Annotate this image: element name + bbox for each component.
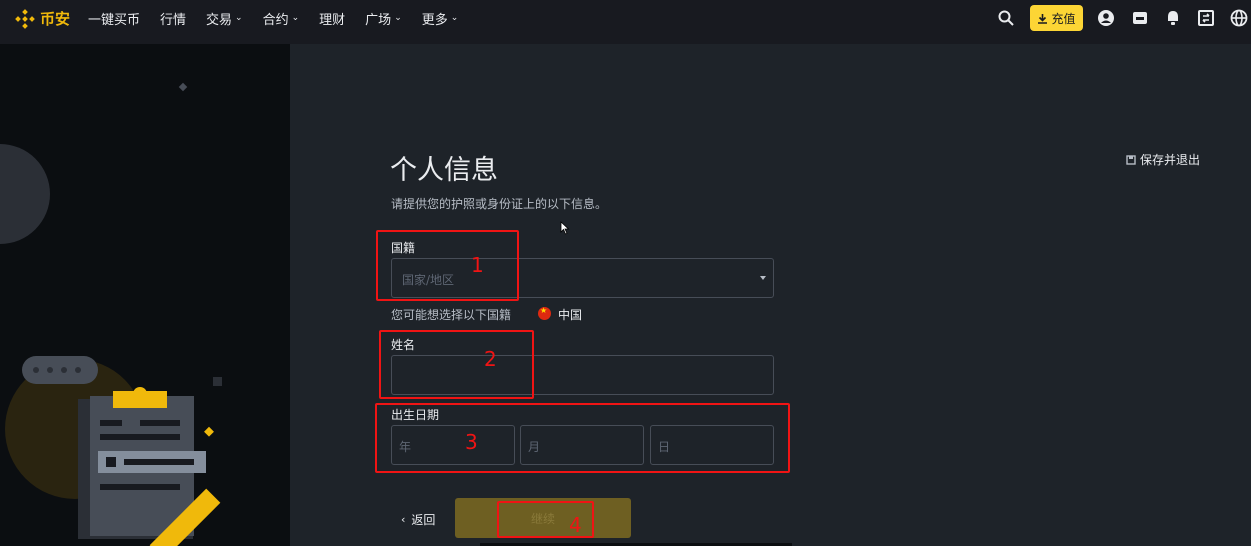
nav-item-markets[interactable]: 行情: [160, 9, 186, 28]
deposit-label: 充值: [1051, 11, 1076, 26]
mouse-cursor-icon: [560, 221, 570, 235]
star-icon: ★: [540, 306, 548, 315]
clipboard-illustration: [0, 82, 222, 546]
binance-logo-icon: [15, 8, 35, 29]
deposit-button[interactable]: 充值: [1030, 5, 1083, 31]
nav-label: 理财: [319, 12, 346, 28]
nav-item-square[interactable]: 广场 ⌄: [365, 9, 402, 28]
annotation-box-3: [375, 403, 790, 473]
brand-name: 币安: [40, 10, 71, 28]
chevron-down-icon: ⌄: [450, 13, 459, 23]
nav-item-more[interactable]: 更多 ⌄: [422, 9, 459, 28]
save-and-exit-button[interactable]: 保存并退出: [1126, 151, 1200, 168]
annotation-number-2: 2: [484, 347, 497, 371]
nav-item-earn[interactable]: 理财: [319, 9, 345, 28]
nationality-suggestion-text: 您可能想选择以下国籍: [391, 308, 512, 322]
bell-icon[interactable]: [1164, 9, 1182, 27]
nav-label: 一键买币: [88, 12, 141, 28]
back-label: 返回: [411, 513, 436, 527]
annotation-number-3: 3: [465, 430, 478, 454]
nav-label: 合约: [262, 12, 289, 28]
back-button[interactable]: ‹ 返回: [401, 511, 435, 528]
chevron-down-icon: ⌄: [291, 13, 300, 23]
annotation-box-1: [376, 230, 519, 301]
chevron-down-icon: ⌄: [394, 13, 402, 23]
chevron-left-icon: ‹: [401, 513, 406, 526]
nav-label: 广场: [365, 12, 392, 28]
left-illustration-panel: [0, 44, 290, 546]
nav-item-futures[interactable]: 合约 ⌄: [263, 9, 300, 28]
globe-icon[interactable]: [1230, 9, 1248, 27]
top-navigation-bar: 币安 一键买币 行情 交易 ⌄ 合约 ⌄ 理财 广场 ⌄ 更多 ⌄ 充值: [0, 0, 1251, 36]
save-and-exit-label: 保存并退出: [1140, 153, 1201, 167]
download-icon: [1038, 13, 1048, 24]
save-icon: [1126, 154, 1136, 165]
wallet-icon[interactable]: [1131, 9, 1149, 27]
transfer-icon[interactable]: [1197, 9, 1215, 27]
china-flag-icon[interactable]: ★: [538, 306, 551, 320]
nav-label: 行情: [160, 12, 187, 28]
user-icon[interactable]: [1097, 9, 1115, 27]
brand-logo[interactable]: 币安: [15, 8, 70, 29]
page-subtitle: 请提供您的护照或身份证上的以下信息。: [391, 197, 608, 211]
chevron-down-icon: ⌄: [235, 13, 243, 23]
annotation-box-2: [379, 330, 534, 399]
nav-item-buy-crypto[interactable]: 一键买币: [88, 9, 140, 28]
dropdown-arrow-icon: [760, 276, 766, 280]
nationality-suggestion-option[interactable]: 中国: [558, 306, 582, 323]
main-nav: 一键买币 行情 交易 ⌄ 合约 ⌄ 理财 广场 ⌄ 更多 ⌄: [88, 0, 478, 36]
annotation-number-4: 4: [569, 513, 582, 537]
nav-item-trade[interactable]: 交易 ⌄: [206, 9, 243, 28]
nav-label: 更多: [421, 12, 448, 28]
nav-label: 交易: [206, 12, 233, 28]
annotation-number-1: 1: [471, 253, 484, 277]
page-title: 个人信息: [390, 155, 498, 186]
search-icon[interactable]: [997, 9, 1015, 27]
